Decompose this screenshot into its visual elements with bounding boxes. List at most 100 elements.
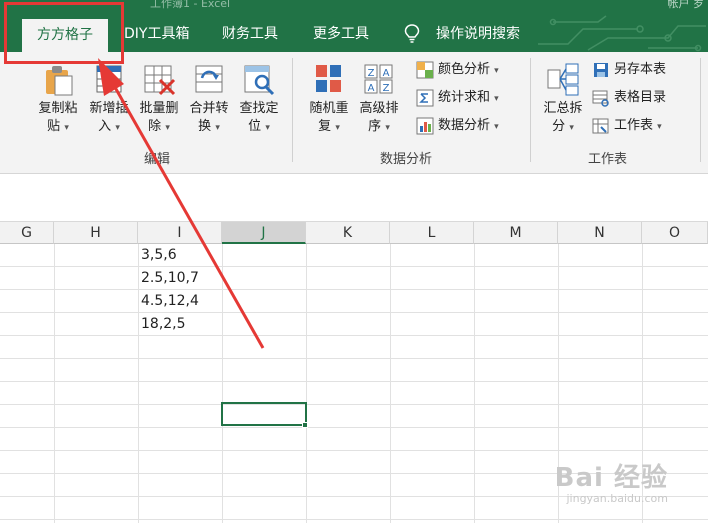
insert-new-button[interactable]: 新增插 入 ▾ — [84, 62, 134, 137]
svg-text:Z: Z — [368, 68, 375, 79]
find-label-1: 查找定 — [239, 101, 279, 116]
color-analysis-button[interactable]: 颜色分析 ▾ — [416, 58, 499, 82]
merge-label-1: 合并转 — [189, 101, 229, 116]
worksheet-button[interactable]: 工作表 ▾ — [592, 114, 662, 138]
sort-az-icon: Z A A Z — [364, 64, 393, 94]
cell-i-value[interactable]: 18,2,5 — [141, 313, 186, 335]
fill-handle[interactable] — [302, 422, 308, 428]
insert-rows-icon — [96, 65, 122, 93]
svg-text:Z: Z — [383, 83, 390, 94]
cell-i-value[interactable]: 2.5,10,7 — [141, 267, 199, 289]
find-label-2: 位 — [248, 119, 262, 134]
tell-me-search[interactable]: 操作说明搜索 — [436, 22, 520, 46]
tab-fangfang-gezi[interactable]: 方方格子 — [22, 19, 108, 52]
color-grid-icon — [416, 61, 434, 78]
worksheet-icon — [592, 118, 609, 133]
group-label-analysis: 数据分析 — [380, 152, 433, 167]
active-cell-selection[interactable] — [221, 402, 307, 426]
copy-paste-label-1: 复制粘 — [38, 101, 78, 116]
random-blocks-icon — [316, 65, 341, 92]
data-analysis-icon — [416, 117, 434, 134]
ribbon-panel: 复制粘 贴 ▾ 新增插 入 ▾ 批量删 除 ▾ 合并转 换 ▾ 查找定 位 ▾ … — [0, 52, 708, 174]
title-bar: 工作簿1 - Excel 帐户 岁 — [0, 0, 708, 14]
sort-label-2: 序 — [368, 119, 382, 134]
chevron-down-icon: ▾ — [569, 123, 574, 133]
summary-split-icon — [547, 63, 579, 96]
worksheet-label: 工作表 — [614, 118, 654, 133]
chevron-down-icon: ▾ — [494, 122, 499, 132]
group-label-sheet: 工作表 — [588, 152, 628, 167]
random-label-1: 随机重 — [309, 101, 349, 116]
group-divider — [530, 58, 531, 162]
clipboard-paste-icon — [46, 66, 73, 96]
merge-convert-icon — [195, 65, 223, 93]
cell-i-value[interactable]: 3,5,6 — [141, 244, 177, 266]
tab-finance-tools[interactable]: 财务工具 — [222, 22, 278, 46]
window-title: 工作簿1 - Excel — [150, 0, 231, 10]
advanced-sort-button[interactable]: Z A A Z 高级排 序 ▾ — [354, 62, 404, 137]
column-header-g[interactable]: G — [0, 222, 54, 244]
group-label-edit: 编辑 — [144, 152, 171, 167]
formula-bar-area[interactable] — [0, 174, 708, 222]
insert-label-2: 入 — [98, 119, 112, 134]
batch-delete-label-2: 除 — [148, 119, 162, 134]
column-header-n[interactable]: N — [558, 222, 642, 244]
chevron-down-icon: ▾ — [165, 123, 170, 133]
find-magnifier-icon — [244, 65, 275, 96]
column-header-m[interactable]: M — [474, 222, 558, 244]
table-directory-button[interactable]: 表格目录 — [592, 86, 666, 110]
random-repeat-button[interactable]: 随机重 复 ▾ — [304, 62, 354, 137]
column-header-i[interactable]: I — [138, 222, 222, 244]
account-name[interactable]: 帐户 岁 — [668, 0, 705, 11]
stat-sum-label: 统计求和 — [438, 90, 491, 105]
color-analysis-label: 颜色分析 — [438, 62, 491, 77]
chevron-down-icon: ▾ — [657, 122, 662, 132]
chevron-down-icon: ▾ — [335, 123, 340, 133]
chevron-down-icon: ▾ — [215, 123, 220, 133]
copy-paste-button[interactable]: 复制粘 贴 ▾ — [34, 62, 82, 137]
column-header-k[interactable]: K — [306, 222, 390, 244]
column-header-l[interactable]: L — [390, 222, 474, 244]
circuit-pattern-icon — [538, 15, 706, 52]
chevron-down-icon: ▾ — [115, 123, 120, 133]
batch-delete-button[interactable]: 批量删 除 ▾ — [134, 62, 184, 137]
chevron-down-icon: ▾ — [265, 123, 270, 133]
merge-convert-button[interactable]: 合并转 换 ▾ — [184, 62, 234, 137]
chevron-down-icon: ▾ — [494, 66, 499, 76]
svg-text:A: A — [368, 83, 375, 94]
chevron-down-icon: ▾ — [494, 94, 499, 104]
column-header-j[interactable]: J — [222, 222, 306, 244]
summary-label-1: 汇总拆 — [543, 101, 583, 116]
find-locate-button[interactable]: 查找定 位 ▾ — [234, 62, 284, 137]
lightbulb-icon — [404, 24, 420, 43]
copy-paste-label-2: 贴 — [47, 119, 61, 134]
summary-label-2: 分 — [552, 119, 566, 134]
group-divider — [292, 58, 293, 162]
svg-text:A: A — [383, 68, 390, 79]
table-link-icon — [592, 90, 609, 107]
cell-i-value[interactable]: 4.5,12,4 — [141, 290, 199, 312]
data-analysis-button[interactable]: 数据分析 ▾ — [416, 114, 499, 138]
baidu-watermark: Bai 经验 jingyan.baidu.com — [555, 457, 668, 505]
batch-delete-label-1: 批量删 — [139, 101, 179, 116]
save-sheet-as-button[interactable]: 另存本表 — [592, 58, 666, 82]
tab-diy-toolbox[interactable]: DIY工具箱 — [124, 22, 189, 46]
stat-sum-icon — [416, 89, 434, 106]
chevron-down-icon: ▾ — [385, 123, 390, 133]
excel-window: 工作簿1 - Excel 帐户 岁 方方格子 DIY工具箱 财务工具 更多工具 … — [0, 0, 708, 523]
chevron-down-icon: ▾ — [64, 123, 69, 133]
group-divider — [700, 58, 701, 162]
sort-label-1: 高级排 — [359, 101, 399, 116]
random-label-2: 复 — [318, 119, 332, 134]
save-disk-icon — [594, 62, 608, 77]
summary-split-button[interactable]: 汇总拆 分 ▾ — [538, 62, 588, 137]
delete-cells-icon — [144, 65, 176, 96]
watermark-logo: Bai 经验 — [554, 463, 668, 493]
tab-more-tools[interactable]: 更多工具 — [313, 22, 369, 46]
merge-label-2: 换 — [198, 119, 212, 134]
stat-sum-button[interactable]: 统计求和 ▾ — [416, 86, 499, 110]
column-header-h[interactable]: H — [54, 222, 138, 244]
watermark-url: jingyan.baidu.com — [566, 492, 668, 505]
column-header-o[interactable]: O — [642, 222, 708, 244]
save-sheet-as-label: 另存本表 — [614, 62, 667, 77]
